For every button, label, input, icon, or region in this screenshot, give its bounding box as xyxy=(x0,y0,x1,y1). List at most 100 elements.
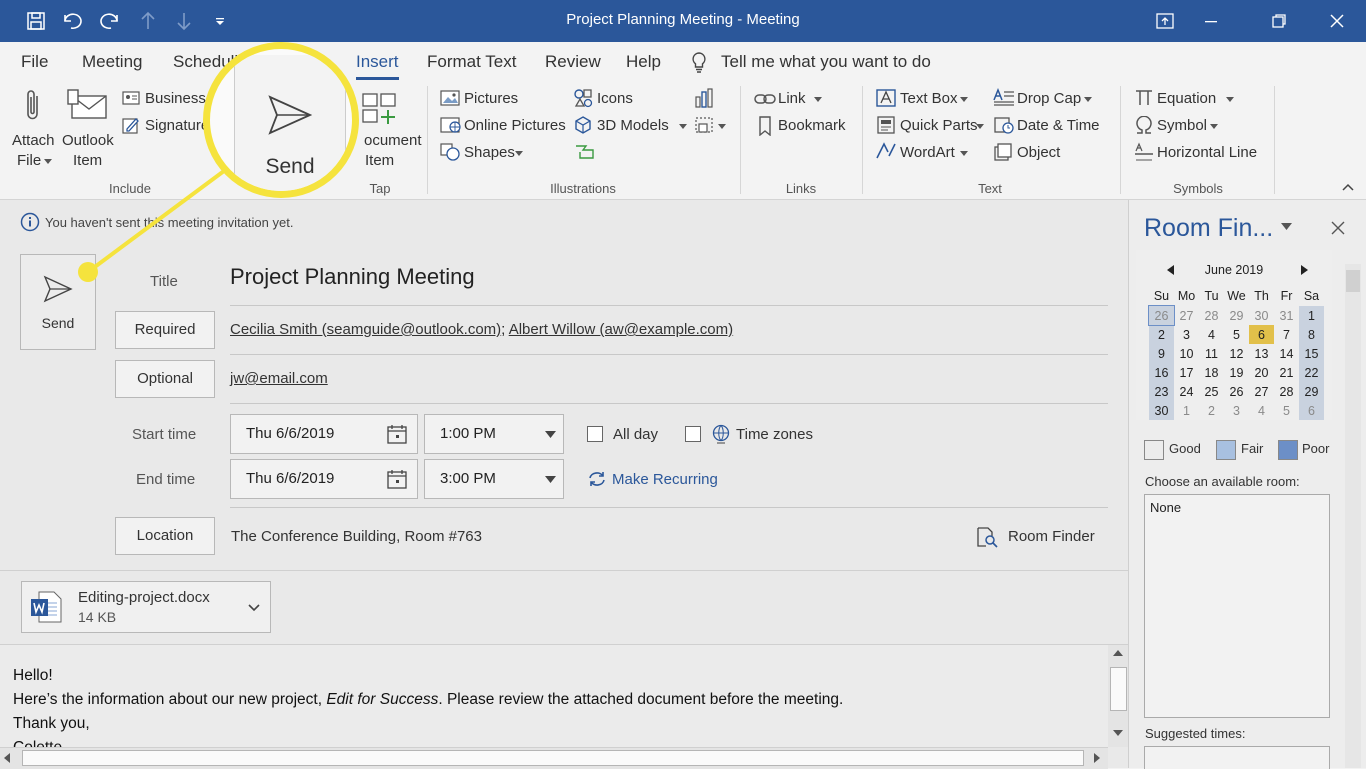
calendar-day[interactable]: 31 xyxy=(1274,306,1299,325)
minimize-icon[interactable] xyxy=(1188,0,1234,42)
dropdown-arrow-icon[interactable] xyxy=(718,124,726,129)
calendar-day[interactable]: 24 xyxy=(1174,382,1199,401)
calendar-day[interactable]: 5 xyxy=(1274,401,1299,420)
message-body[interactable]: Hello! Here’s the information about our … xyxy=(0,645,1108,747)
calendar-day[interactable]: 5 xyxy=(1224,325,1249,344)
end-time-dropdown[interactable]: 3:00 PM xyxy=(424,459,564,499)
date-time-button[interactable]: Date & Time xyxy=(1017,117,1100,134)
ribbon-display-options-icon[interactable] xyxy=(1142,0,1188,42)
outlook-item-button[interactable]: Outlook xyxy=(62,132,114,149)
calendar-day[interactable]: 22 xyxy=(1299,363,1324,382)
room-finder-button[interactable]: Room Finder xyxy=(1008,528,1095,545)
scroll-right-icon[interactable] xyxy=(1094,753,1100,763)
tab-help[interactable]: Help xyxy=(626,52,661,72)
calendar-day[interactable]: 18 xyxy=(1199,363,1224,382)
calendar-day[interactable]: 2 xyxy=(1149,325,1174,344)
screenshot-icon[interactable] xyxy=(694,116,716,136)
next-month-icon[interactable] xyxy=(1301,265,1308,275)
calendar-day[interactable]: 14 xyxy=(1274,344,1299,363)
calendar-day[interactable]: 27 xyxy=(1174,306,1199,325)
drop-cap-button[interactable]: Drop Cap xyxy=(1017,90,1081,107)
tab-review[interactable]: Review xyxy=(545,52,601,72)
chevron-down-icon[interactable] xyxy=(545,431,556,438)
calendar-day[interactable]: 4 xyxy=(1199,325,1224,344)
calendar-day[interactable]: 20 xyxy=(1249,363,1274,382)
collapse-ribbon-icon[interactable] xyxy=(1342,183,1354,191)
document-item-button[interactable]: ocument xyxy=(364,132,422,149)
chart-icon[interactable] xyxy=(694,88,716,108)
calendar-icon[interactable] xyxy=(387,424,407,444)
calendar-day[interactable]: 9 xyxy=(1149,344,1174,363)
3d-models-button[interactable]: 3D Models xyxy=(597,117,669,134)
down-arrow-icon[interactable] xyxy=(172,9,196,33)
dropdown-arrow-icon[interactable] xyxy=(515,151,523,156)
calendar-day[interactable]: 28 xyxy=(1274,382,1299,401)
calendar-icon[interactable] xyxy=(387,469,407,489)
vertical-scrollbar[interactable] xyxy=(1108,645,1128,747)
attendee-albert[interactable]: Albert Willow (aw@example.com) xyxy=(509,321,733,338)
calendar-day[interactable]: 8 xyxy=(1299,325,1324,344)
tab-insert[interactable]: Insert xyxy=(356,52,399,80)
room-list-item[interactable]: None xyxy=(1150,500,1181,515)
attachment-editing-project[interactable]: Editing-project.docx 14 KB xyxy=(21,581,271,633)
scroll-down-icon[interactable] xyxy=(1113,730,1123,736)
scroll-up-icon[interactable] xyxy=(1113,650,1123,656)
scrollbar-thumb[interactable] xyxy=(1110,667,1127,711)
horizontal-scrollbar[interactable] xyxy=(0,747,1108,769)
equation-button[interactable]: Equation xyxy=(1157,90,1216,107)
quick-parts-button[interactable]: Quick Parts xyxy=(900,117,978,134)
location-button[interactable]: Location xyxy=(115,517,215,555)
calendar-day[interactable]: 29 xyxy=(1299,382,1324,401)
pictures-button[interactable]: Pictures xyxy=(464,90,518,107)
calendar-day[interactable]: 29 xyxy=(1224,306,1249,325)
calendar-day[interactable]: 17 xyxy=(1174,363,1199,382)
pane-scrollbar-thumb[interactable] xyxy=(1346,270,1360,292)
calendar-day[interactable]: 30 xyxy=(1149,401,1174,420)
calendar-day[interactable]: 16 xyxy=(1149,363,1174,382)
calendar-day[interactable]: 21 xyxy=(1274,363,1299,382)
wordart-button[interactable]: WordArt xyxy=(900,144,955,161)
business-card-button[interactable]: Business xyxy=(145,90,206,107)
bookmark-button[interactable]: Bookmark xyxy=(778,117,846,134)
calendar-day[interactable]: 6 xyxy=(1299,401,1324,420)
online-pictures-button[interactable]: Online Pictures xyxy=(464,117,566,134)
undo-icon[interactable] xyxy=(60,9,84,33)
required-button[interactable]: Required xyxy=(115,311,215,349)
dropdown-arrow-icon[interactable] xyxy=(1084,97,1092,102)
attendee-cecilia[interactable]: Cecilia Smith (seamguide@outlook.com) xyxy=(230,321,501,338)
pane-options-icon[interactable] xyxy=(1281,223,1292,230)
scrollbar-thumb[interactable] xyxy=(22,750,1084,766)
object-button[interactable]: Object xyxy=(1017,144,1060,161)
optional-button[interactable]: Optional xyxy=(115,360,215,398)
dropdown-arrow-icon[interactable] xyxy=(44,159,52,164)
location-input[interactable]: The Conference Building, Room #763 xyxy=(231,528,482,545)
dropdown-arrow-icon[interactable] xyxy=(976,124,984,129)
customize-qat-icon[interactable] xyxy=(208,9,232,33)
chevron-down-icon[interactable] xyxy=(545,476,556,483)
shapes-button[interactable]: Shapes xyxy=(464,144,515,161)
icons-button[interactable]: Icons xyxy=(597,90,633,107)
calendar-day[interactable]: 7 xyxy=(1274,325,1299,344)
calendar-day[interactable]: 19 xyxy=(1224,363,1249,382)
calendar-day[interactable]: 30 xyxy=(1249,306,1274,325)
make-recurring-button[interactable]: Make Recurring xyxy=(612,471,718,488)
calendar-day[interactable]: 27 xyxy=(1249,382,1274,401)
send-button[interactable]: Send xyxy=(20,254,96,350)
required-attendees-field[interactable]: Cecilia Smith (seamguide@outlook.com); A… xyxy=(230,321,733,338)
suggested-times-list[interactable] xyxy=(1144,746,1330,769)
calendar-day[interactable]: 12 xyxy=(1224,344,1249,363)
calendar-day[interactable]: 28 xyxy=(1199,306,1224,325)
link-button[interactable]: Link xyxy=(778,90,806,107)
dropdown-arrow-icon[interactable] xyxy=(960,151,968,156)
callout-send-button[interactable]: Send xyxy=(234,55,346,191)
scroll-left-icon[interactable] xyxy=(4,753,10,763)
restore-icon[interactable] xyxy=(1256,0,1302,42)
close-pane-icon[interactable] xyxy=(1331,221,1345,235)
optional-attendee-jw[interactable]: jw@email.com xyxy=(230,370,328,387)
end-date-picker[interactable]: Thu 6/6/2019 xyxy=(230,459,418,499)
calendar-day[interactable]: 2 xyxy=(1199,401,1224,420)
close-icon[interactable] xyxy=(1314,0,1360,42)
calendar-day[interactable]: 25 xyxy=(1199,382,1224,401)
redo-icon[interactable] xyxy=(98,9,122,33)
start-date-picker[interactable]: Thu 6/6/2019 xyxy=(230,414,418,454)
